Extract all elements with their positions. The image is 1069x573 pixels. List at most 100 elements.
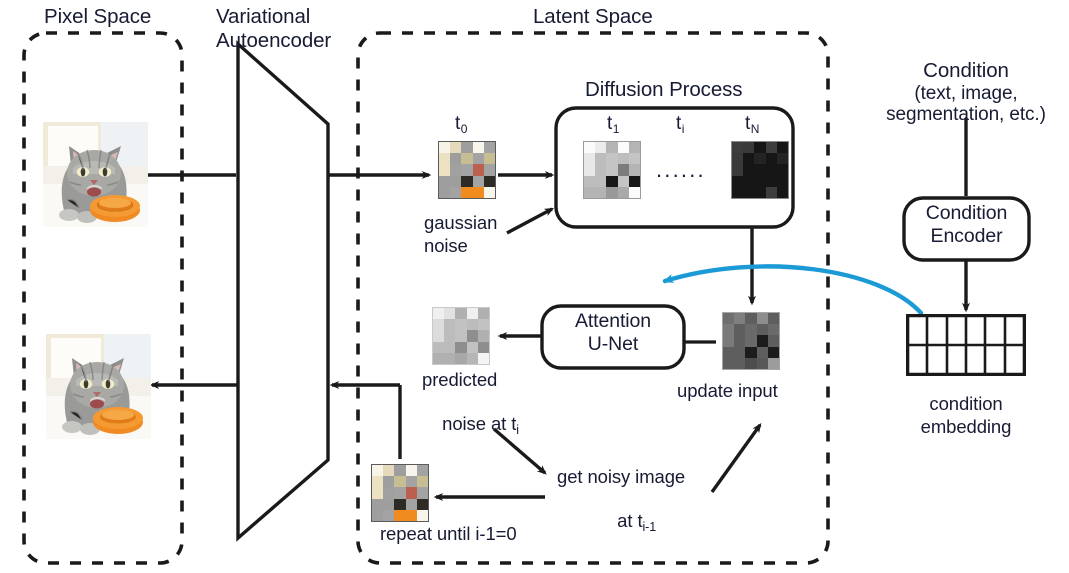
grid-cell (461, 153, 473, 165)
grid-cell (595, 142, 607, 154)
condition-title-line3: segmentation, etc.) (886, 104, 1046, 125)
grid-cell (461, 175, 473, 187)
grid-cell (927, 316, 947, 345)
grid-cell (743, 142, 755, 154)
arrow-get-noisy-to-update-input (710, 423, 762, 493)
output-image-cat (46, 334, 151, 439)
grid-cell (439, 186, 451, 198)
grid-cell (756, 313, 768, 325)
grid-cell (433, 352, 445, 364)
grid-cell (383, 476, 395, 488)
grid-cell (466, 341, 478, 353)
grid-cell (732, 164, 744, 176)
grid-cell (946, 345, 966, 374)
grid-cell (405, 487, 417, 499)
input-image-cat (43, 122, 148, 227)
grid-cell (734, 335, 746, 347)
grid-cell (444, 352, 456, 364)
grid-cell (743, 175, 755, 187)
grid-cell (595, 164, 607, 176)
arrow-gaussian-noise-to-diffusion (506, 207, 555, 235)
grid-cell (584, 164, 596, 176)
grid-cell (472, 142, 484, 154)
grid-cell (394, 509, 406, 521)
grid-cell (767, 357, 779, 369)
grid-cell (455, 352, 467, 364)
grid-cell (732, 142, 744, 154)
grid-cell (908, 316, 928, 345)
grid-cell (606, 153, 618, 165)
grid-cell (394, 498, 406, 510)
latent-grid-tN (731, 141, 789, 199)
vae-title-line2: Autoencoder (216, 29, 332, 52)
grid-cell (765, 153, 777, 165)
grid-cell (1004, 345, 1024, 374)
grid-cell (439, 164, 451, 176)
grid-cell (416, 487, 428, 499)
timestep-label-t0: t0 (455, 113, 467, 136)
repeat-until-label: repeat until i-1=0 (380, 523, 517, 544)
grid-cell (416, 498, 428, 510)
grid-cell (372, 509, 384, 521)
grid-cell (372, 465, 384, 477)
grid-cell (372, 476, 384, 488)
grid-cell (433, 330, 445, 342)
cat-illustration-input (43, 122, 148, 227)
grid-cell (606, 186, 618, 198)
grid-cell (765, 175, 777, 187)
grid-cell (383, 487, 395, 499)
grid-cell (444, 330, 456, 342)
grid-cell (584, 175, 596, 187)
grid-cell (584, 142, 596, 154)
grid-cell (483, 164, 495, 176)
grid-cell (743, 153, 755, 165)
grid-cell (455, 341, 467, 353)
grid-cell (606, 142, 618, 154)
timestep-t1-sub: 1 (612, 122, 620, 136)
grid-cell (767, 324, 779, 336)
grid-cell (745, 324, 757, 336)
grid-cell (745, 313, 757, 325)
condition-embedding-label-line1: condition (929, 393, 1003, 414)
grid-cell (776, 175, 788, 187)
grid-cell (444, 341, 456, 353)
grid-cell (455, 330, 467, 342)
grid-cell (584, 186, 596, 198)
grid-cell (1004, 316, 1024, 345)
condition-encoder-label-line1: Condition (925, 202, 1008, 224)
grid-cell (743, 164, 755, 176)
predicted-noise-label-line1: predicted (422, 369, 498, 390)
grid-cell (732, 175, 744, 187)
timestep-tN-sub: N (750, 122, 760, 136)
grid-cell (466, 330, 478, 342)
grid-cell (754, 142, 766, 154)
vae-title-line1: Variational (216, 5, 311, 28)
grid-cell (776, 153, 788, 165)
grid-cell (754, 153, 766, 165)
grid-cell (606, 175, 618, 187)
grid-cell (405, 509, 417, 521)
grid-cell (927, 345, 947, 374)
grid-cell (372, 487, 384, 499)
grid-cell (628, 153, 640, 165)
diffusion-ellipsis: ...... (656, 157, 706, 182)
arrow-condition-to-unet (662, 264, 924, 316)
grid-cell (405, 498, 417, 510)
timestep-t1-base: t (607, 113, 613, 134)
grid-cell (450, 175, 462, 187)
grid-cell (444, 319, 456, 331)
grid-cell (461, 164, 473, 176)
grid-cell (734, 346, 746, 358)
grid-cell (734, 313, 746, 325)
grid-cell (765, 164, 777, 176)
condition-title-line1: Condition (923, 59, 1009, 82)
grid-cell (767, 335, 779, 347)
grid-cell (765, 186, 777, 198)
grid-cell (433, 308, 445, 320)
grid-cell (483, 175, 495, 187)
grid-cell (595, 175, 607, 187)
grid-cell (756, 324, 768, 336)
gaussian-noise-label-line2: noise (424, 235, 468, 256)
grid-cell (776, 186, 788, 198)
latent-grid-t1 (583, 141, 641, 199)
